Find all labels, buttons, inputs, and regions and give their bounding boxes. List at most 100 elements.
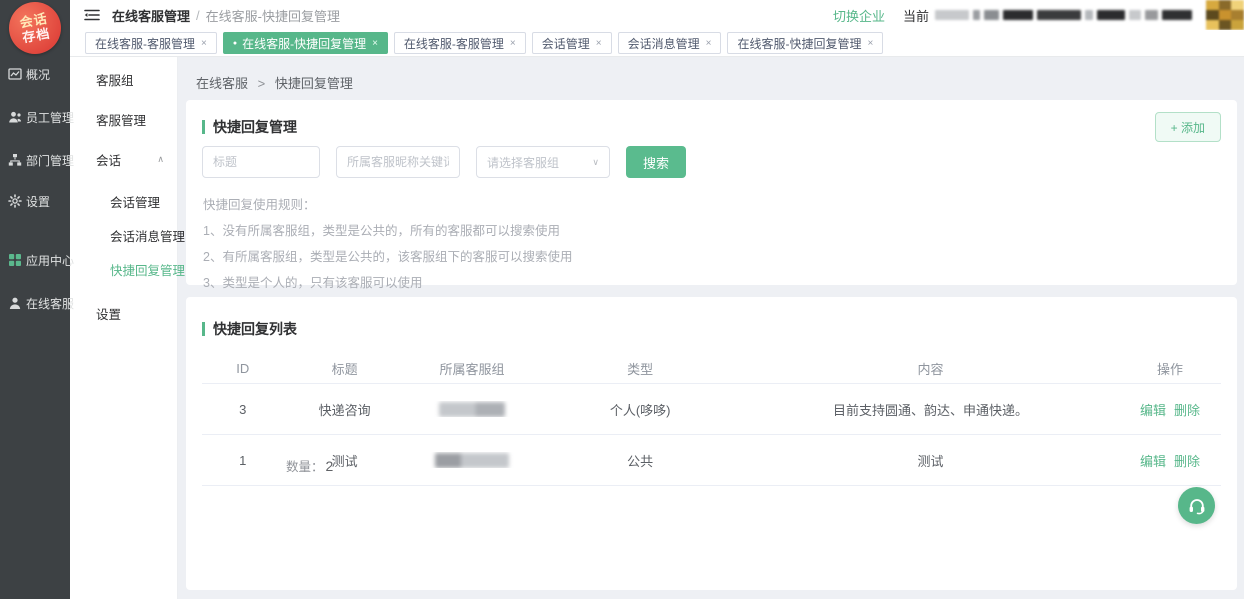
content-breadcrumb: 在线客服 > 快捷回复管理 xyxy=(196,73,353,92)
usage-rules: 快捷回复使用规则： 1、没有所属客服组，类型是公共的，所有的客服都可以搜索使用 … xyxy=(203,192,572,296)
panel-title: 快捷回复管理 xyxy=(202,117,297,137)
cell-group-redacted xyxy=(406,401,538,417)
tab-session-management[interactable]: 会话管理 × xyxy=(532,32,612,54)
sidebar-item-label: 设置 xyxy=(96,304,121,323)
sidebar-item-label: 会话 xyxy=(96,150,121,169)
panel-title-text: 快捷回复列表 xyxy=(213,319,297,339)
agent-nickname-search-input[interactable] xyxy=(336,146,460,178)
title-accent-bar xyxy=(202,120,205,134)
sidebar-item-department[interactable]: 部门管理 xyxy=(0,150,70,170)
quick-reply-management-panel: 快捷回复管理 + 添加 请选择客服组 ∨ 搜索 快捷回复使用规则： 1、没有所属… xyxy=(186,100,1237,285)
column-header-title: 标题 xyxy=(284,359,406,378)
sidebar-item-label: 快捷回复管理 xyxy=(110,260,185,279)
top-header: 在线客服管理 / 在线客服-快捷回复管理 切换企业 当前 xyxy=(70,0,1244,30)
staff-icon xyxy=(8,110,22,124)
select-placeholder: 请选择客服组 xyxy=(487,154,559,171)
redacted-block xyxy=(435,453,509,468)
search-toolbar: 请选择客服组 ∨ 搜索 xyxy=(202,146,686,178)
tab-quick-reply-active[interactable]: ● 在线客服-快捷回复管理 × xyxy=(223,32,388,54)
sidebar-item-session-management[interactable]: 会话管理 xyxy=(70,192,178,210)
header-right: 切换企业 当前 xyxy=(833,0,1244,30)
add-button[interactable]: + 添加 xyxy=(1155,112,1221,142)
collapse-menu-icon[interactable] xyxy=(84,8,100,22)
panel-title: 快捷回复列表 xyxy=(202,319,297,339)
app-logo: 会话 存档 xyxy=(5,0,65,58)
open-tabs-bar: 在线客服-客服管理 × ● 在线客服-快捷回复管理 × 在线客服-客服管理 × … xyxy=(70,30,1244,57)
delete-link[interactable]: 删除 xyxy=(1174,454,1200,469)
edit-link[interactable]: 编辑 xyxy=(1140,403,1166,418)
redacted-company-text xyxy=(935,10,1192,20)
main-content: 在线客服 > 快捷回复管理 快捷回复管理 + 添加 请选择客服组 ∨ 搜索 快捷 xyxy=(178,57,1244,599)
title-accent-bar xyxy=(202,322,205,336)
table-row: 3 快递咨询 个人(哆哆) 目前支持圆通、韵达、申通快递。 编辑删除 xyxy=(202,384,1221,435)
panel-title-text: 快捷回复管理 xyxy=(213,117,297,137)
close-tab-icon[interactable]: × xyxy=(596,38,602,49)
sidebar-item-label: 客服管理 xyxy=(96,110,146,129)
tab-online-service-agents-1[interactable]: 在线客服-客服管理 × xyxy=(85,32,217,54)
tab-label: 在线客服-快捷回复管理 xyxy=(242,35,366,52)
user-avatar[interactable] xyxy=(1206,0,1244,30)
primary-sidebar: 会话 存档 概况 员工管理 部门管理 设置 应用中心 在线客服 xyxy=(0,0,70,599)
breadcrumb-separator: > xyxy=(258,76,266,91)
tab-label: 在线客服-客服管理 xyxy=(95,35,195,52)
cell-actions: 编辑删除 xyxy=(1119,451,1221,470)
column-header-actions: 操作 xyxy=(1119,359,1221,378)
cell-title: 快递咨询 xyxy=(284,400,406,419)
quick-reply-table: ID 标题 所属客服组 类型 内容 操作 3 快递咨询 个人(哆哆) 目前支持圆… xyxy=(202,353,1221,486)
sidebar-item-label: 应用中心 xyxy=(26,252,74,269)
column-header-group: 所属客服组 xyxy=(406,359,538,378)
customer-service-float-button[interactable] xyxy=(1178,487,1215,524)
logo-text-line2: 存档 xyxy=(21,26,51,46)
sidebar-item-label: 在线客服 xyxy=(26,295,74,312)
close-tab-icon[interactable]: × xyxy=(867,38,873,49)
cell-type: 个人(哆哆) xyxy=(538,400,742,419)
cell-content: 目前支持圆通、韵达、申通快递。 xyxy=(742,400,1119,419)
sidebar-item-online-service[interactable]: 在线客服 xyxy=(0,293,70,313)
delete-link[interactable]: 删除 xyxy=(1174,403,1200,418)
edit-link[interactable]: 编辑 xyxy=(1140,454,1166,469)
sidebar-item-quick-reply[interactable]: 快捷回复管理 xyxy=(70,260,178,278)
sidebar-item-overview[interactable]: 概况 xyxy=(0,64,70,84)
sidebar-item-staff[interactable]: 员工管理 xyxy=(0,107,70,127)
quick-reply-list-panel: 快捷回复列表 数量： 2 ID 标题 所属客服组 类型 内容 操作 3 快递咨询 xyxy=(186,297,1237,590)
tab-quick-reply-2[interactable]: 在线客服-快捷回复管理 × xyxy=(727,32,883,54)
sidebar-item-label: 设置 xyxy=(26,193,50,210)
rule-item: 1、没有所属客服组，类型是公共的，所有的客服都可以搜索使用 xyxy=(203,218,572,244)
sidebar-item-session-messages[interactable]: 会话消息管理 xyxy=(70,226,178,244)
sidebar-item-label: 概况 xyxy=(26,66,50,83)
cell-actions: 编辑删除 xyxy=(1119,400,1221,419)
sidebar-item-label: 部门管理 xyxy=(26,152,74,169)
overview-icon xyxy=(8,67,22,81)
chevron-up-icon: ∧ xyxy=(157,154,164,165)
search-button[interactable]: 搜索 xyxy=(626,146,686,178)
sidebar-item-label: 客服组 xyxy=(96,70,134,89)
close-tab-icon[interactable]: × xyxy=(510,38,516,49)
redacted-block xyxy=(439,402,505,417)
agent-group-select[interactable]: 请选择客服组 ∨ xyxy=(476,146,610,178)
close-tab-icon[interactable]: × xyxy=(372,38,378,49)
close-tab-icon[interactable]: × xyxy=(706,38,712,49)
sidebar-item-settings-secondary[interactable]: 设置 xyxy=(70,304,178,322)
tab-session-messages[interactable]: 会话消息管理 × xyxy=(618,32,722,54)
sidebar-item-agent-management[interactable]: 客服管理 xyxy=(70,110,178,128)
column-header-type: 类型 xyxy=(538,359,742,378)
breadcrumb-root[interactable]: 在线客服 xyxy=(196,76,248,91)
cell-id: 3 xyxy=(202,402,284,417)
tab-label: 会话消息管理 xyxy=(628,35,700,52)
tab-label: 会话管理 xyxy=(542,35,590,52)
sidebar-item-settings[interactable]: 设置 xyxy=(0,191,70,211)
table-row: 1 测试 公共 测试 编辑删除 xyxy=(202,435,1221,486)
close-tab-icon[interactable]: × xyxy=(201,38,207,49)
sidebar-item-app-center[interactable]: 应用中心 xyxy=(0,250,70,270)
cell-content: 测试 xyxy=(742,451,1119,470)
header-breadcrumb-root[interactable]: 在线客服管理 xyxy=(112,6,190,25)
switch-company-link[interactable]: 切换企业 xyxy=(833,6,885,25)
cell-type: 公共 xyxy=(538,451,742,470)
tab-online-service-agents-2[interactable]: 在线客服-客服管理 × xyxy=(394,32,526,54)
active-tab-dot-icon: ● xyxy=(233,40,237,47)
headset-icon xyxy=(1187,496,1207,516)
sidebar-item-agent-groups[interactable]: 客服组 xyxy=(70,70,178,88)
sidebar-item-sessions[interactable]: 会话 ∧ xyxy=(70,150,178,168)
title-search-input[interactable] xyxy=(202,146,320,178)
rule-item: 3、类型是个人的，只有该客服可以使用 xyxy=(203,270,572,296)
